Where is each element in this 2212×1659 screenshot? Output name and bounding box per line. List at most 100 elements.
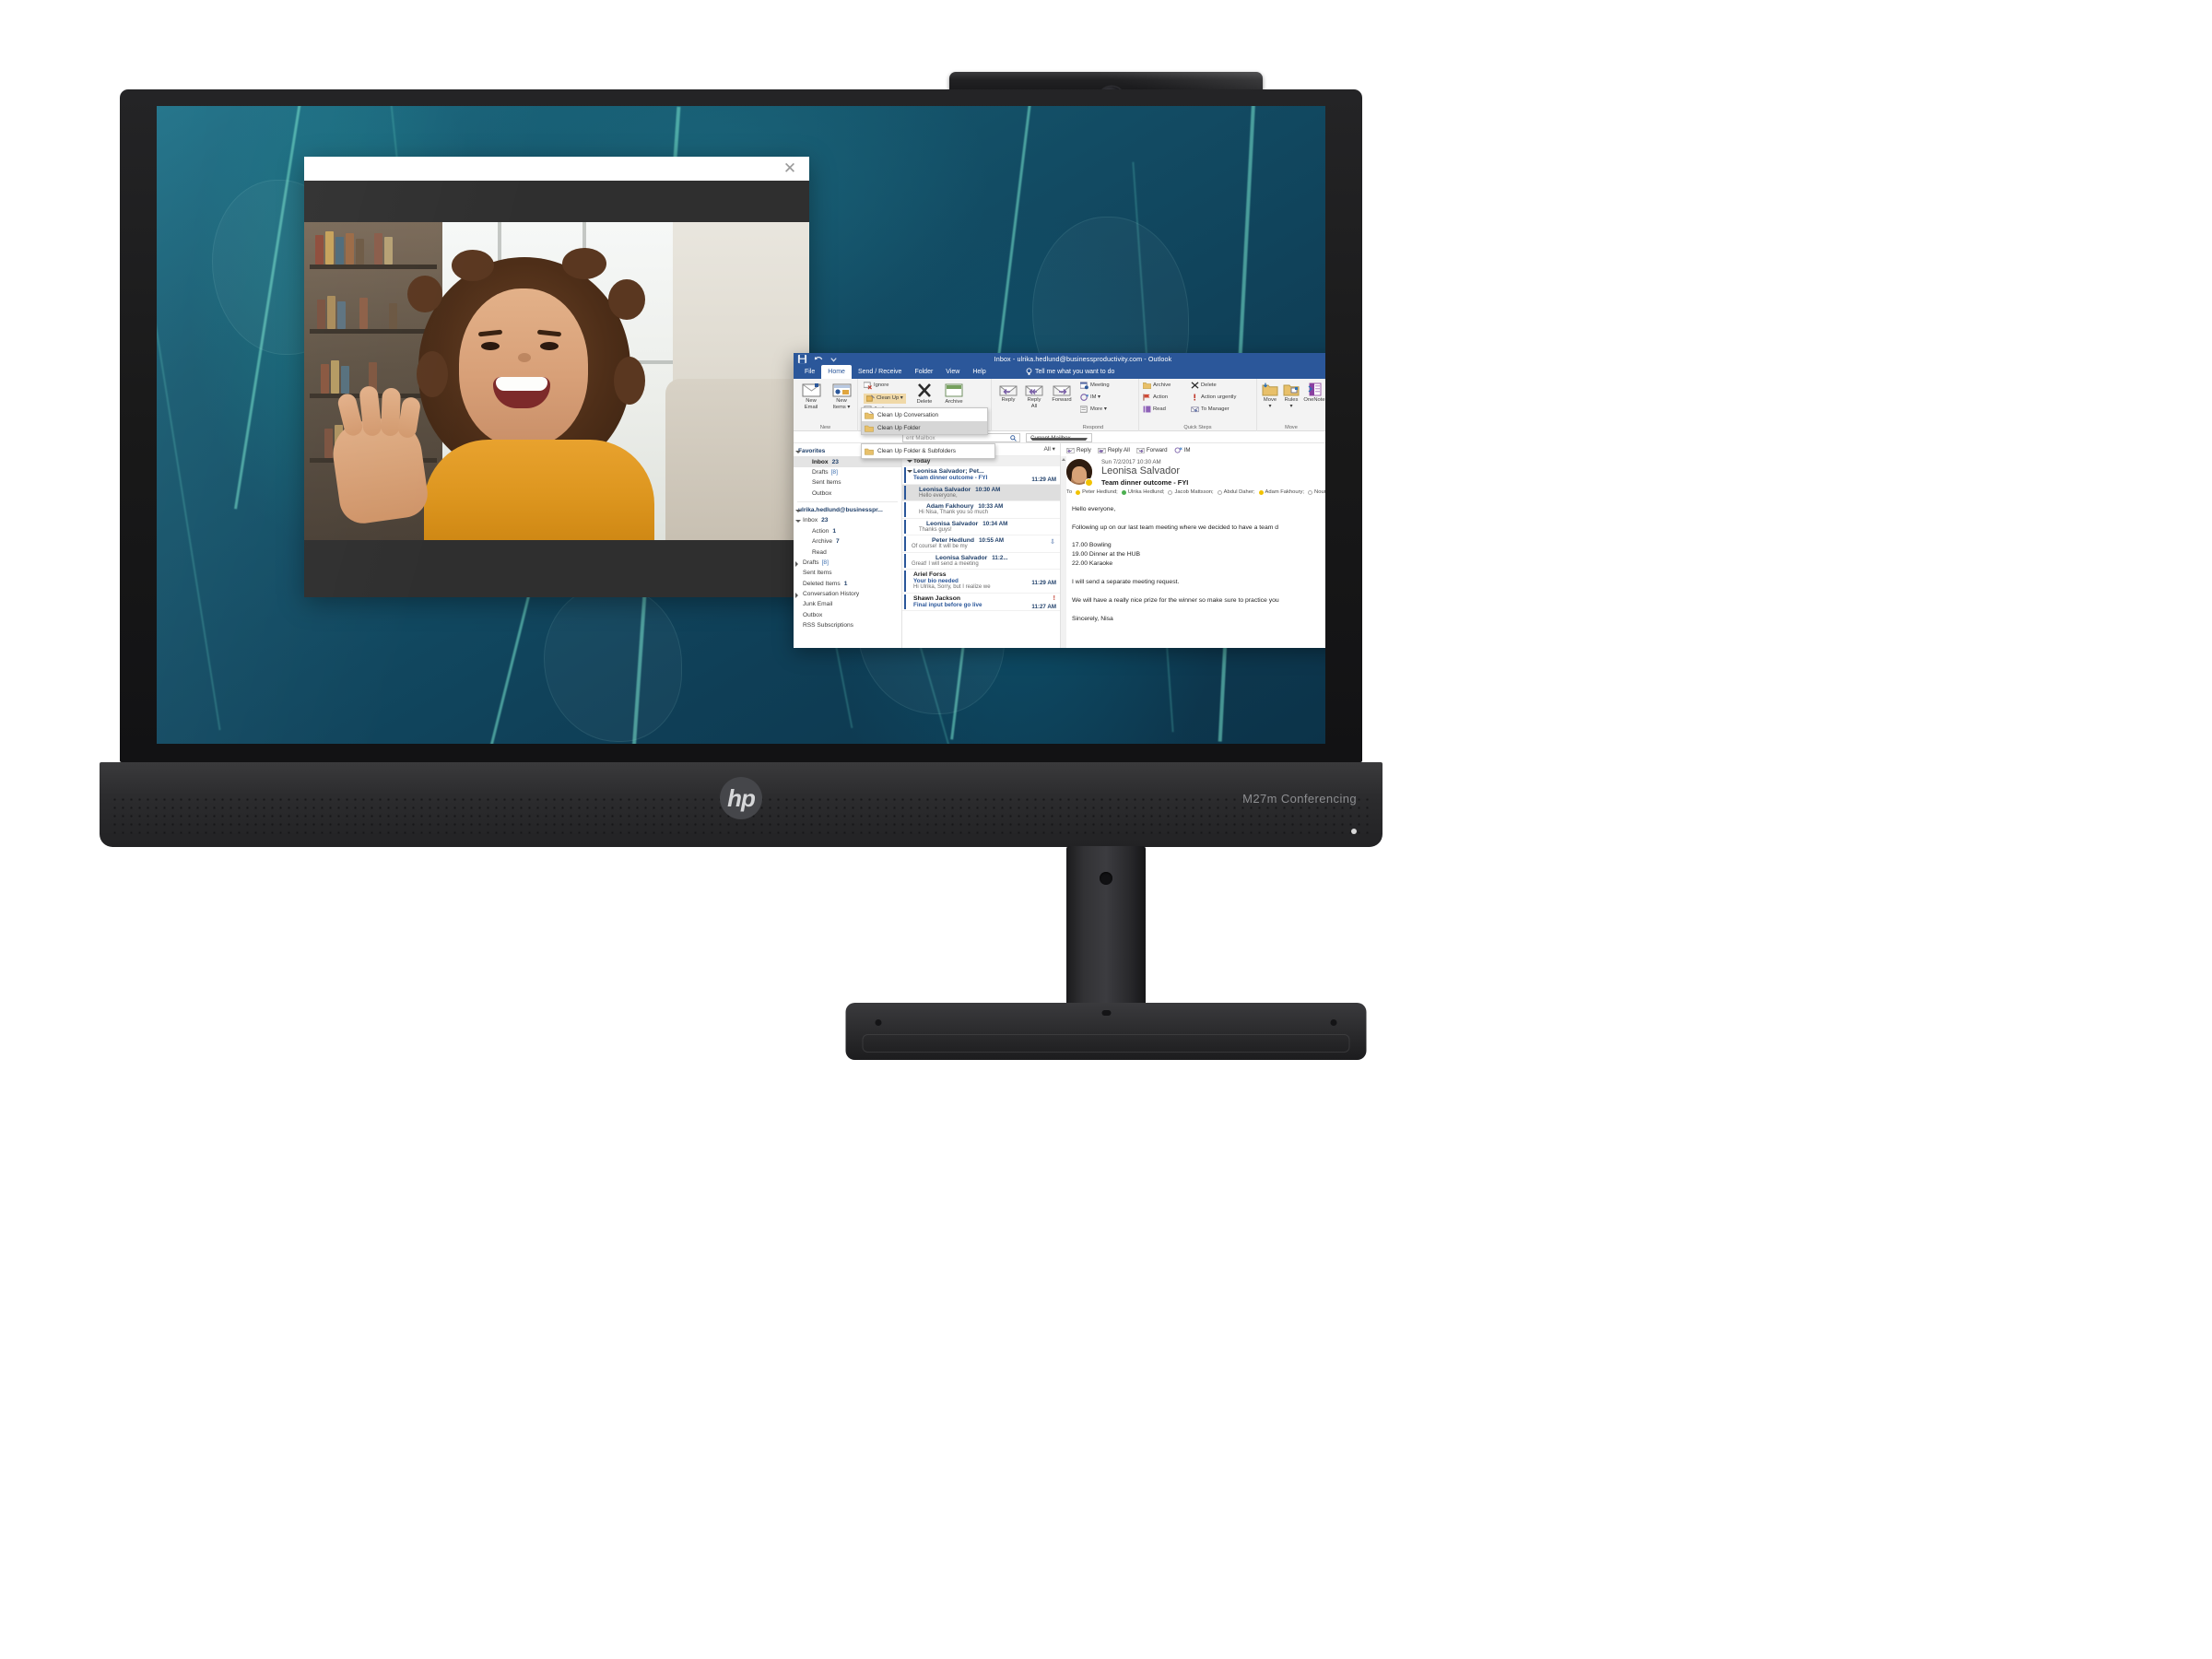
presence-dot-icon (1168, 489, 1173, 495)
tab-help[interactable]: Help (966, 365, 992, 379)
tab-view[interactable]: View (939, 365, 966, 379)
quickstep-action-urgently[interactable]: Action urgently (1191, 394, 1236, 401)
forward-action-label: Forward (1146, 447, 1168, 453)
quickstep-to-manager[interactable]: To Manager (1191, 406, 1230, 413)
ribbon[interactable]: New Email New Items ▾ New Ignore Clean U… (794, 379, 1325, 459)
search-input-text: ent Mailbox (906, 435, 935, 441)
recipient-3[interactable]: Abdul Daher; (1217, 489, 1255, 495)
nav-folder-drafts[interactable]: Drafts [8] (794, 558, 901, 568)
tab-send-receive[interactable]: Send / Receive (852, 365, 908, 379)
outlook-window[interactable]: Inbox - ulrika.hedlund@businessproductiv… (794, 353, 1325, 648)
nav-folder-action[interactable]: Action 1 (794, 526, 901, 536)
reply-all-button[interactable]: Reply All (1021, 382, 1047, 409)
reading-pane[interactable]: Reply Reply All Forward IM Sun 7/2/2017 … (1060, 443, 1325, 648)
ignore-button[interactable]: Ignore (864, 382, 888, 390)
nav-folder-inbox[interactable]: Inbox 23 (794, 515, 901, 525)
menu-item-clean-up-conversation[interactable]: Clean Up Conversation (862, 408, 987, 421)
flag-icon (1143, 394, 1150, 401)
nav-folder-archive[interactable]: Archive 7 (794, 536, 901, 547)
onenote-icon (1308, 382, 1322, 396)
message-row-4[interactable]: Peter Hedlund 10:55 AM Of course! It will… (902, 535, 1060, 553)
quickstep-archive-label: Archive (1153, 382, 1171, 388)
move-label-2: ▾ (1268, 403, 1272, 409)
nav-folder-inbox-count: 23 (821, 517, 829, 524)
message-row-1[interactable]: Leonisa Salvador 10:30 AM Hello everyone, (902, 484, 1060, 501)
move-folder-icon (1262, 382, 1278, 396)
reply-label: Reply (1001, 397, 1016, 403)
nav-folder-rss-subscriptions[interactable]: RSS Subscriptions (794, 620, 901, 630)
meeting-label: Meeting (1090, 382, 1110, 388)
archive-button[interactable]: Archive (939, 382, 969, 406)
quickstep-read[interactable]: Read (1143, 406, 1166, 413)
message-row-5[interactable]: Leonisa Salvador 11:2... Great! I will se… (902, 553, 1060, 570)
archive-label: Archive (945, 399, 963, 405)
quickstep-delete[interactable]: Delete (1191, 382, 1217, 389)
reading-pane-actions[interactable]: Reply Reply All Forward IM (1061, 447, 1325, 456)
new-items-label-2: Items ▾ (832, 404, 851, 410)
clean-up-folder-subfolders-tooltip[interactable]: Clean Up Folder & Subfolders (861, 443, 995, 459)
tab-file[interactable]: File (798, 365, 821, 379)
nav-fav-outbox[interactable]: Outbox (794, 488, 901, 499)
menu-item-clean-up-folder[interactable]: Clean Up Folder (862, 421, 987, 434)
tell-me-search[interactable]: Tell me what you want to do (1026, 368, 1114, 376)
nav-fav-sent-items[interactable]: Sent Items (794, 477, 901, 488)
recipient-1[interactable]: Ulrika Hedlund; (1121, 489, 1164, 495)
message-row-3[interactable]: Leonisa Salvador 10:34 AM Thanks guys! (902, 519, 1060, 535)
close-icon[interactable]: ✕ (782, 160, 798, 177)
search-scope-dropdown[interactable]: Current Mailbox (1026, 432, 1092, 442)
nav-folder-read[interactable]: Read (794, 547, 901, 557)
reply-action[interactable]: Reply (1066, 447, 1091, 453)
nav-account-header[interactable]: ulrika.hedlund@businesspr... (794, 505, 901, 515)
tab-home[interactable]: Home (821, 365, 852, 379)
nav-account-label: ulrika.hedlund@businesspr... (798, 507, 883, 514)
importance-high-icon: ! (1053, 594, 1055, 602)
more-button[interactable]: More ▾ (1080, 406, 1107, 414)
video-call-window[interactable]: ✕ (304, 157, 809, 597)
recipient-0[interactable]: Peter Hedlund; (1076, 489, 1118, 495)
im-action[interactable]: IM (1174, 447, 1190, 453)
nav-folder-outbox[interactable]: Outbox (794, 610, 901, 620)
monitor-chin: hp M27m Conferencing (100, 762, 1382, 847)
delete-button[interactable]: Delete (912, 382, 937, 406)
nav-folder-deleted-items[interactable]: Deleted Items 1 (794, 579, 901, 589)
recipient-5[interactable]: Nourah (1308, 489, 1325, 495)
message-row-ariel-forss[interactable]: Ariel Forss Your bio needed 11:29 AM Hi … (902, 570, 1060, 594)
filter-all-dropdown[interactable]: All ▾ (1044, 445, 1055, 453)
nav-folder-conversation-history[interactable]: Conversation History (794, 589, 901, 599)
rules-button[interactable]: Rules ▾ (1280, 382, 1302, 409)
recipient-2[interactable]: Jacob Mattsson; (1168, 489, 1214, 495)
tab-folder[interactable]: Folder (908, 365, 939, 379)
folder-pane[interactable]: Favorites Inbox 23 Drafts [8] Sent Items O (794, 443, 902, 648)
rules-icon (1283, 384, 1300, 396)
onenote-label: OneNote (1303, 397, 1325, 403)
forward-button[interactable]: Forward (1047, 382, 1077, 404)
nav-folder-sent-items[interactable]: Sent Items (794, 568, 901, 578)
ribbon-group-quick-steps-label: Quick Steps (1183, 425, 1212, 430)
reply-all-action[interactable]: Reply All (1098, 447, 1130, 453)
recipient-4[interactable]: Adam Fakhoury; (1258, 489, 1304, 495)
conversation-header-row[interactable]: Leonisa Salvador; Pet... Team dinner out… (902, 466, 1060, 485)
meeting-button[interactable]: Meeting (1080, 382, 1110, 390)
nav-folder-deleted-items-label: Deleted Items (803, 580, 841, 587)
forward-action[interactable]: Forward (1136, 447, 1168, 453)
message-row-2[interactable]: Adam Fakhoury 10:33 AM Hi Nisa, Thank you… (902, 501, 1060, 519)
quickstep-archive[interactable]: Archive (1143, 382, 1171, 389)
person-nose (518, 353, 531, 362)
new-items-button[interactable]: New Items ▾ (827, 382, 856, 410)
clean-up-dropdown-menu[interactable]: Clean Up Conversation Clean Up Folder (861, 407, 988, 435)
new-email-button[interactable]: New Email (797, 382, 825, 410)
clean-up-button[interactable]: Clean Up ▾ (864, 394, 906, 404)
im-button[interactable]: IM ▾ (1080, 394, 1100, 402)
nav-favorites-label: Favorites (798, 448, 826, 455)
message-row-shawn-jackson[interactable]: Shawn Jackson Final input before go live… (902, 594, 1060, 611)
message-list[interactable]: Focused Other All ▾ Today Leonisa Salvad… (902, 443, 1061, 648)
nav-folder-junk-email[interactable]: Junk Email (794, 599, 901, 609)
ribbon-tabstrip[interactable]: File Home Send / Receive Folder View Hel… (794, 365, 1325, 379)
ribbon-group-respond-label: Respond (1082, 425, 1104, 430)
move-button[interactable]: Move ▾ (1259, 382, 1281, 409)
quickstep-action[interactable]: Action (1143, 394, 1168, 401)
rules-label-2: ▾ (1289, 403, 1293, 409)
onenote-button[interactable]: OneNote (1301, 382, 1325, 404)
nav-fav-drafts[interactable]: Drafts [8] (794, 467, 901, 477)
reply-button[interactable]: Reply (995, 382, 1021, 404)
